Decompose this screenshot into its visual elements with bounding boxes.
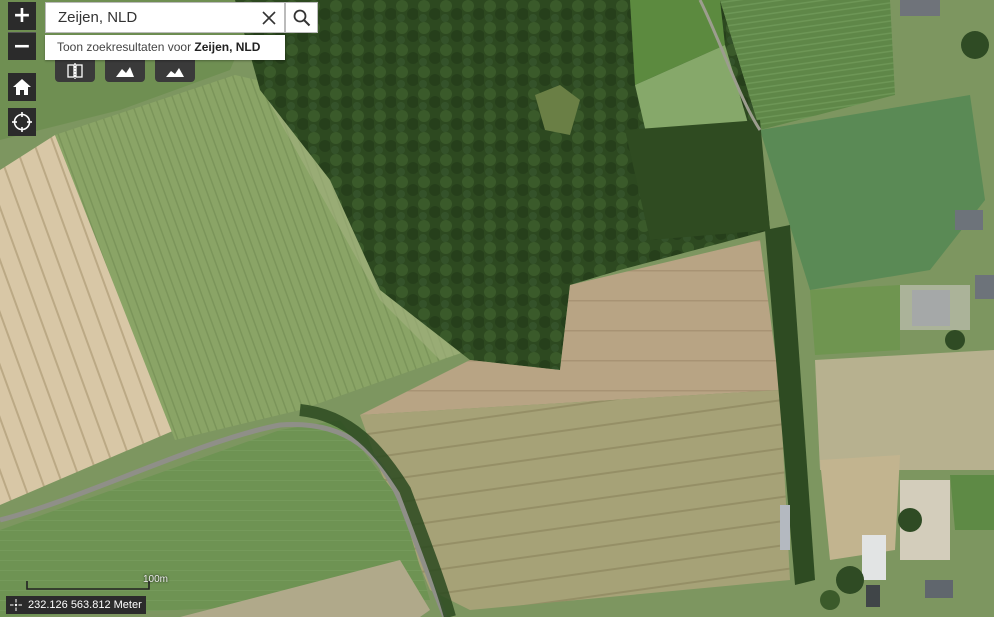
landscape-icon — [166, 68, 184, 77]
zoom-out-button[interactable]: − — [8, 32, 36, 60]
zoom-in-button[interactable]: + — [8, 2, 36, 30]
aerial-map[interactable] — [0, 0, 994, 617]
landscape-icon — [116, 67, 134, 77]
search-suggestion[interactable]: Toon zoekresultaten voor Zeijen, NLD — [45, 35, 285, 60]
scale-bar — [26, 581, 150, 590]
close-icon — [262, 10, 276, 25]
clear-search-button[interactable] — [254, 3, 284, 33]
elevation-view-button[interactable] — [155, 60, 195, 82]
suggestion-prefix: Toon zoekresultaten voor — [57, 40, 195, 54]
compare-icon — [67, 63, 83, 79]
coordinate-text: 232.126 563.812 Meter — [28, 599, 142, 611]
coordinate-display: 232.126 563.812 Meter — [6, 596, 146, 614]
terrain-view-button[interactable] — [105, 60, 145, 82]
home-icon — [13, 79, 31, 95]
scale-label: 100m — [143, 574, 169, 585]
search-icon — [293, 9, 310, 26]
compare-layers-button[interactable] — [55, 60, 95, 82]
search-button[interactable] — [285, 2, 318, 33]
locate-button[interactable] — [8, 108, 36, 136]
crosshair-icon[interactable] — [8, 597, 24, 613]
suggestion-term: Zeijen, NLD — [194, 40, 261, 54]
home-button[interactable] — [8, 73, 36, 101]
search-box — [45, 2, 285, 33]
locate-icon — [12, 112, 32, 132]
search-input[interactable] — [46, 3, 254, 32]
